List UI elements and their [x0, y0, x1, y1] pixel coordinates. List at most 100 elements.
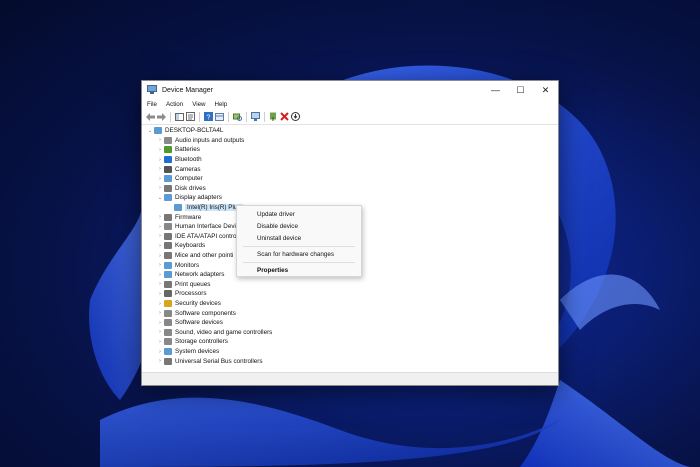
uninstall-icon[interactable] — [268, 112, 278, 122]
collapse-chevron-icon[interactable]: ⌄ — [156, 195, 164, 201]
tree-category-item[interactable]: › Mice and other pointi — [156, 251, 233, 261]
tree-item-label: Sound, video and game controllers — [175, 328, 273, 336]
tree-category-item[interactable]: › Keyboards — [156, 241, 205, 251]
close-button[interactable]: ✕ — [533, 81, 558, 99]
expand-chevron-icon[interactable]: › — [156, 166, 164, 172]
software-component-icon — [164, 309, 172, 317]
tree-category-item[interactable]: › Computer — [156, 174, 203, 184]
display-adapter-icon — [164, 194, 172, 202]
expand-chevron-icon[interactable]: › — [156, 214, 164, 220]
tree-category-item[interactable]: › Security devices — [156, 299, 221, 309]
show-hide-console-tree-icon[interactable] — [174, 112, 184, 122]
storage-controller-icon — [164, 338, 172, 346]
context-disable-device[interactable]: Disable device — [257, 223, 298, 230]
title-bar[interactable]: Device Manager — ☐ ✕ — [142, 81, 558, 99]
toolbar-separator — [228, 111, 229, 122]
keyboard-icon — [164, 242, 172, 250]
tree-category-item[interactable]: › Storage controllers — [156, 337, 228, 347]
tree-category-item[interactable]: › Bluetooth — [156, 155, 202, 165]
tree-device-item[interactable]: Intel(R) Iris(R) Plus — [166, 203, 243, 213]
view-icon[interactable] — [214, 112, 224, 122]
disk-drive-icon — [164, 184, 172, 192]
tree-root[interactable]: ⌄ DESKTOP-BCLTA4L — [146, 126, 223, 136]
ide-controller-icon — [164, 232, 172, 240]
expand-chevron-icon[interactable]: › — [156, 349, 164, 355]
expand-chevron-icon[interactable]: › — [156, 358, 164, 364]
expand-chevron-icon[interactable]: › — [156, 291, 164, 297]
help-icon[interactable]: ? — [203, 112, 213, 122]
menu-action[interactable]: Action — [166, 101, 183, 108]
tree-category-item[interactable]: › Batteries — [156, 145, 200, 155]
expand-chevron-icon[interactable]: › — [156, 320, 164, 326]
expand-chevron-icon[interactable]: › — [156, 147, 164, 153]
disable-icon[interactable] — [290, 112, 300, 122]
menu-view[interactable]: View — [192, 101, 205, 108]
expand-chevron-icon[interactable]: › — [156, 301, 164, 307]
tree-category-item[interactable]: › Universal Serial Bus controllers — [156, 356, 263, 366]
context-properties[interactable]: Properties — [257, 267, 288, 274]
remove-device-icon[interactable] — [279, 112, 289, 122]
tree-category-item[interactable]: › System devices — [156, 347, 219, 357]
expand-chevron-icon[interactable]: › — [156, 272, 164, 278]
tree-item-label: Print queues — [175, 280, 211, 288]
network-adapter-icon — [164, 271, 172, 279]
context-update-driver[interactable]: Update driver — [257, 211, 295, 218]
tree-category-item[interactable]: › Print queues — [156, 280, 210, 290]
expand-chevron-icon[interactable]: › — [156, 137, 164, 143]
update-driver-icon[interactable] — [250, 112, 260, 122]
expand-chevron-icon[interactable]: › — [156, 233, 164, 239]
tree-item-label: Bluetooth — [175, 156, 202, 164]
tree-category-item[interactable]: › Processors — [156, 289, 207, 299]
expand-chevron-icon[interactable]: › — [156, 157, 164, 163]
expand-chevron-icon[interactable]: › — [156, 339, 164, 345]
expand-chevron-icon[interactable]: › — [156, 176, 164, 182]
back-arrow-icon[interactable] — [145, 112, 155, 122]
collapse-chevron-icon[interactable]: ⌄ — [146, 128, 154, 134]
tree-category-item[interactable]: › Firmware — [156, 212, 201, 222]
tree-category-item[interactable]: › Software components — [156, 308, 236, 318]
tree-category-item[interactable]: › Network adapters — [156, 270, 224, 280]
forward-arrow-icon[interactable] — [156, 112, 166, 122]
context-separator — [243, 246, 355, 247]
tree-item-label: Universal Serial Bus controllers — [175, 357, 263, 365]
expand-chevron-icon[interactable]: › — [156, 262, 164, 268]
tree-item-label: System devices — [175, 348, 220, 356]
context-uninstall-device[interactable]: Uninstall device — [257, 235, 301, 242]
tree-category-item[interactable]: › Software devices — [156, 318, 223, 328]
tree-category-item[interactable]: › Sound, video and game controllers — [156, 328, 272, 338]
menu-bar: File Action View Help — [142, 99, 558, 109]
scan-hardware-icon[interactable] — [232, 112, 242, 122]
sound-icon — [164, 328, 172, 336]
menu-help[interactable]: Help — [215, 101, 228, 108]
tree-category-item[interactable]: › Disk drives — [156, 184, 206, 194]
expand-chevron-icon[interactable]: › — [156, 243, 164, 249]
printer-icon — [164, 280, 172, 288]
software-device-icon — [164, 319, 172, 327]
tree-category-item[interactable]: › Human Interface Devic — [156, 222, 239, 232]
menu-file[interactable]: File — [147, 101, 157, 108]
expand-chevron-icon[interactable]: › — [156, 253, 164, 259]
speaker-icon — [164, 136, 172, 144]
expand-chevron-icon[interactable]: › — [156, 310, 164, 316]
tree-category-item[interactable]: › Cameras — [156, 164, 201, 174]
expand-chevron-icon[interactable]: › — [156, 281, 164, 287]
properties-icon[interactable] — [185, 112, 195, 122]
minimize-button[interactable]: — — [483, 81, 508, 99]
tree-category-item[interactable]: › IDE ATA/ATAPI controll — [156, 232, 239, 242]
maximize-button[interactable]: ☐ — [508, 81, 533, 99]
expand-chevron-icon[interactable]: › — [156, 329, 164, 335]
context-scan-hardware[interactable]: Scan for hardware changes — [257, 251, 334, 258]
toolbar: ? — [142, 109, 558, 125]
tree-item-label: Monitors — [175, 261, 200, 269]
tree-category-item[interactable]: › Monitors — [156, 260, 199, 270]
tree-item-label: Display adapters — [175, 194, 222, 202]
tree-category-item[interactable]: ⌄ Display adapters — [156, 193, 222, 203]
monitor-icon — [174, 204, 182, 212]
tree-category-item[interactable]: › Audio inputs and outputs — [156, 136, 244, 146]
system-device-icon — [164, 348, 172, 356]
expand-chevron-icon[interactable]: › — [156, 185, 164, 191]
computer-icon — [154, 127, 162, 135]
tree-item-label: Mice and other pointi — [175, 252, 234, 260]
toolbar-separator — [170, 111, 171, 122]
expand-chevron-icon[interactable]: › — [156, 224, 164, 230]
